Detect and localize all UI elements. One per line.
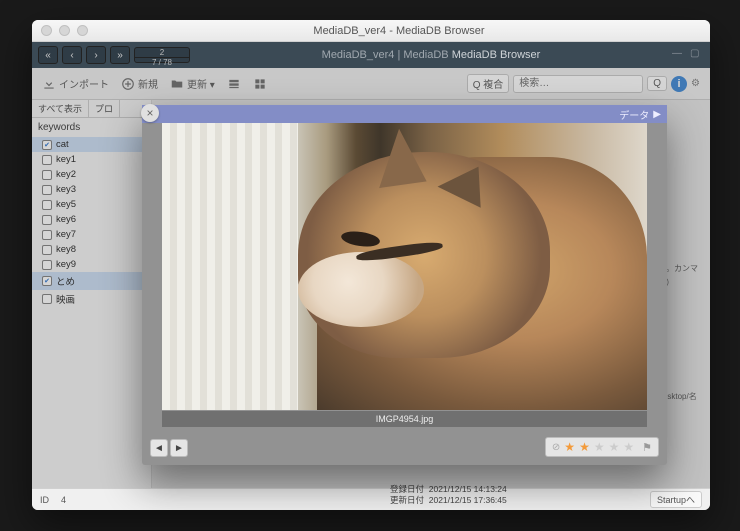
rating-control[interactable]: ⊘ ★ ★ ★ ★ ★ ⚑: [545, 437, 659, 457]
app-window: MediaDB_ver4 - MediaDB Browser « ‹ › » 2…: [32, 20, 710, 510]
nav-first-button[interactable]: «: [38, 46, 58, 64]
breadcrumb-title: MediaDB Browser: [452, 49, 541, 61]
chevron-right-icon[interactable]: ▶: [653, 109, 661, 120]
updated-label: 更新日付: [390, 495, 424, 505]
prev-image-button[interactable]: ◄: [150, 439, 168, 457]
minimize-icon[interactable]: [59, 25, 70, 36]
nav-prev-button[interactable]: ‹: [62, 46, 82, 64]
image-viewport[interactable]: [162, 123, 647, 410]
filename-label: IMGP4954.jpg: [162, 411, 647, 427]
id-value: 4: [61, 495, 66, 505]
page-total: 7 / 78: [135, 58, 189, 67]
updated-value: 2021/12/15 17:36:45: [429, 495, 507, 505]
data-button-label[interactable]: データ: [619, 107, 649, 122]
traffic-lights: [41, 25, 88, 36]
breadcrumb: MediaDB_ver4 | MediaDB MediaDB Browser: [194, 49, 668, 61]
image-viewer-modal: × データ ▶ IMGP4954.jpg ◄ ► ⊘ ★ ★: [142, 105, 667, 465]
modal-header: データ ▶: [142, 105, 667, 123]
close-button[interactable]: ×: [141, 104, 159, 122]
breadcrumb-path: MediaDB_ver4 | MediaDB: [322, 49, 449, 61]
status-bar: ID 4 Startupへ: [32, 488, 710, 510]
preview-image: [162, 123, 647, 410]
titlebar: MediaDB_ver4 - MediaDB Browser: [32, 20, 710, 42]
nav-toolbar: « ‹ › » 2 7 / 78 MediaDB_ver4 | MediaDB …: [32, 42, 710, 68]
modal-nav: ◄ ►: [150, 439, 188, 457]
zoom-icon[interactable]: [77, 25, 88, 36]
window-title: MediaDB_ver4 - MediaDB Browser: [88, 25, 710, 37]
star-icon[interactable]: ★: [609, 440, 620, 454]
star-icon[interactable]: ★: [564, 440, 575, 454]
close-icon[interactable]: [41, 25, 52, 36]
clear-rating-icon[interactable]: ⊘: [552, 442, 560, 453]
next-image-button[interactable]: ►: [170, 439, 188, 457]
flag-icon[interactable]: ⚑: [642, 441, 652, 454]
startup-button[interactable]: Startupへ: [650, 491, 702, 508]
star-icon[interactable]: ★: [623, 440, 634, 454]
nav-next-button[interactable]: ›: [86, 46, 106, 64]
page-current: 2: [135, 48, 189, 58]
star-icon[interactable]: ★: [579, 440, 590, 454]
page-indicator[interactable]: 2 7 / 78: [134, 47, 190, 63]
star-icon[interactable]: ★: [594, 440, 605, 454]
nav-last-button[interactable]: »: [110, 46, 130, 64]
expand-icon[interactable]: ▢: [690, 48, 704, 62]
collapse-icon[interactable]: —: [672, 48, 686, 62]
id-label: ID: [40, 495, 49, 505]
